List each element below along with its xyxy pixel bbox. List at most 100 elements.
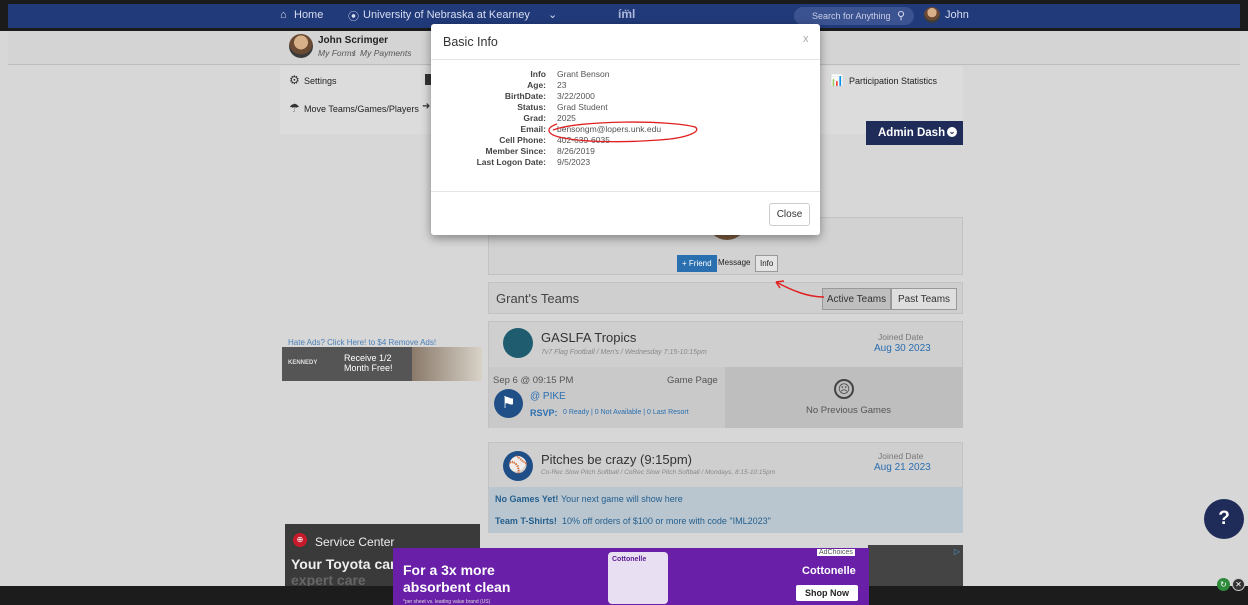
search-icon[interactable]: ⚲ <box>897 9 905 22</box>
status-value: Grad Student <box>557 102 608 112</box>
remove-ads-link[interactable]: Hate Ads? Click Here! to $4 Remove Ads! <box>288 338 436 347</box>
basic-info-modal: Basic Info x Info Grant Benson Age: 23 B… <box>431 24 820 235</box>
birthdate-label: BirthDate: <box>504 91 546 101</box>
tshirt-text: 10% off orders of $100 or more with code… <box>562 516 771 526</box>
sport-icon: ⚑ <box>494 389 523 418</box>
right-ad[interactable]: ▷ <box>868 545 963 586</box>
home-icon[interactable]: ⌂ <box>280 9 287 21</box>
info-button[interactable]: Info <box>755 255 779 272</box>
add-friend-button[interactable]: + Friend <box>677 255 717 272</box>
modal-divider <box>431 59 820 60</box>
joined-label-2: Joined Date <box>878 451 924 461</box>
move-teams-link[interactable]: Move Teams/Games/Players <box>304 104 419 114</box>
sad-face-icon: ☹ <box>834 379 854 399</box>
cottonelle-headline-2: absorbent clean <box>403 579 511 595</box>
chevron-down-icon: ⌄ <box>947 127 957 137</box>
teams-title: Grant's Teams <box>496 291 580 306</box>
admin-dash-button[interactable]: Admin Dash ⌄ <box>866 121 963 145</box>
member-since-label: Member Since: <box>485 146 546 156</box>
last-logon-value: 9/5/2023 <box>557 157 591 167</box>
settings-link[interactable]: Settings <box>304 76 337 86</box>
joined-date-1: Aug 30 2023 <box>874 343 931 354</box>
info-label: Info <box>530 69 546 79</box>
grad-label: Grad: <box>523 113 546 123</box>
toyota-headline-1: Your Toyota care <box>291 556 404 572</box>
cottonelle-product-image: Cottonelle <box>608 552 668 604</box>
no-games-title: No Games Yet! <box>495 494 559 504</box>
status-label: Status: <box>517 102 546 112</box>
joined-label-1: Joined Date <box>878 332 924 342</box>
team-name-2[interactable]: Pitches be crazy (9:15pm) <box>541 452 692 467</box>
tshirt-title: Team T-Shirts! <box>495 516 557 526</box>
gear-icon: ⚙ <box>289 73 300 87</box>
adchoices-label[interactable]: AdChoices <box>817 549 855 556</box>
no-games-text: Your next game will show here <box>561 494 683 504</box>
team-league-1: 7v7 Flag Football / Men's / Wednesday 7:… <box>541 349 707 356</box>
rsvp-detail[interactable]: 0 Ready | 0 Not Available | 0 Last Resor… <box>563 409 689 416</box>
birthdate-value: 3/22/2000 <box>557 91 595 101</box>
active-teams-tab[interactable]: Active Teams <box>822 288 891 310</box>
rsvp-label[interactable]: RSVP: <box>530 408 558 418</box>
ad-close-icon[interactable]: ✕ <box>1232 578 1245 591</box>
chevron-down-icon[interactable]: ⌄ <box>548 8 557 21</box>
game-page-link[interactable]: Game Page <box>667 375 718 386</box>
help-button[interactable]: ? <box>1204 499 1244 539</box>
profile-name: John Scrimger <box>318 35 389 46</box>
user-menu[interactable]: John <box>945 9 969 21</box>
search-input[interactable]: Search for Anything <box>794 7 914 25</box>
kennedy-ad-image <box>412 347 482 381</box>
my-forms-link[interactable]: My Forms <box>318 48 356 58</box>
user-avatar[interactable] <box>924 7 940 23</box>
team-card-1: GASLFA Tropics 7v7 Flag Football / Men's… <box>488 321 963 428</box>
cell-phone-label: Cell Phone: <box>499 135 546 145</box>
school-icon: ⦿ <box>348 11 359 23</box>
last-logon-label: Last Logon Date: <box>476 157 546 167</box>
team-name-1[interactable]: GASLFA Tropics <box>541 330 636 345</box>
admin-dash-label: Admin Dash <box>878 127 946 139</box>
close-button[interactable]: Close <box>769 203 810 226</box>
team-logo-1[interactable] <box>503 328 533 358</box>
ad-refresh-icon[interactable]: ↻ <box>1217 578 1230 591</box>
my-payments-link[interactable]: My Payments <box>360 48 412 58</box>
site-logo[interactable]: ím̈l <box>618 7 635 21</box>
age-label: Age: <box>527 80 546 90</box>
team-card-2: ⚾ Pitches be crazy (9:15pm) Co-Rec Slow … <box>488 442 963 533</box>
cottonelle-headline-1: For a 3x more <box>403 562 495 578</box>
modal-footer-divider <box>431 191 820 192</box>
kennedy-ad-text: Receive 1/2 Month Free! <box>344 353 393 373</box>
kennedy-ad[interactable]: KENNEDY Receive 1/2 Month Free! <box>282 347 482 381</box>
team-notices: No Games Yet! Your next game will show h… <box>489 487 963 533</box>
toyota-logo-icon: ⊕ <box>293 533 307 547</box>
email-label: Email: <box>520 124 546 134</box>
info-value: Grant Benson <box>557 69 610 79</box>
joined-date-2: Aug 21 2023 <box>874 462 931 473</box>
link-separator: / <box>353 48 356 58</box>
next-game-box: Sep 6 @ 09:15 PM Game Page ⚑ @ PIKE RSVP… <box>489 367 725 428</box>
ad-info-icon[interactable]: ▷ <box>954 547 960 556</box>
age-value: 23 <box>557 80 567 90</box>
umbrella-icon: ☂ <box>289 101 300 115</box>
past-teams-tab[interactable]: Past Teams <box>891 288 957 310</box>
cottonelle-fineprint: *per sheet vs. leading value brand (US) <box>403 599 491 605</box>
message-button[interactable]: Message <box>718 258 750 267</box>
modal-close-x[interactable]: x <box>803 33 809 45</box>
product-brand: Cottonelle <box>612 556 647 563</box>
participation-stats-link[interactable]: Participation Statistics <box>849 76 937 86</box>
service-center-text: Service Center <box>315 535 395 549</box>
team-league-2: Co-Rec Slow Pitch Softball / CoRec Slow … <box>541 469 776 476</box>
school-selector[interactable]: University of Nebraska at Kearney <box>363 9 530 21</box>
cottonelle-ad[interactable]: For a 3x more absorbent clean *per sheet… <box>393 548 869 605</box>
red-arrow-annotation <box>775 280 825 298</box>
teams-header: Grant's Teams Active Teams Past Teams <box>488 282 963 314</box>
no-previous-games: No Previous Games <box>806 405 892 416</box>
softball-icon[interactable]: ⚾ <box>503 451 533 481</box>
opponent-link[interactable]: @ PIKE <box>530 391 566 402</box>
arrow-icon: ➜ <box>422 101 431 112</box>
shop-now-button[interactable]: Shop Now <box>796 585 858 601</box>
game-time: Sep 6 @ 09:15 PM <box>493 375 574 386</box>
modal-title: Basic Info <box>443 35 498 49</box>
previous-games-box: ☹ No Previous Games <box>725 367 963 428</box>
profile-avatar <box>289 34 313 58</box>
bar-chart-icon: 📊 <box>830 75 844 87</box>
home-link[interactable]: Home <box>294 9 323 21</box>
